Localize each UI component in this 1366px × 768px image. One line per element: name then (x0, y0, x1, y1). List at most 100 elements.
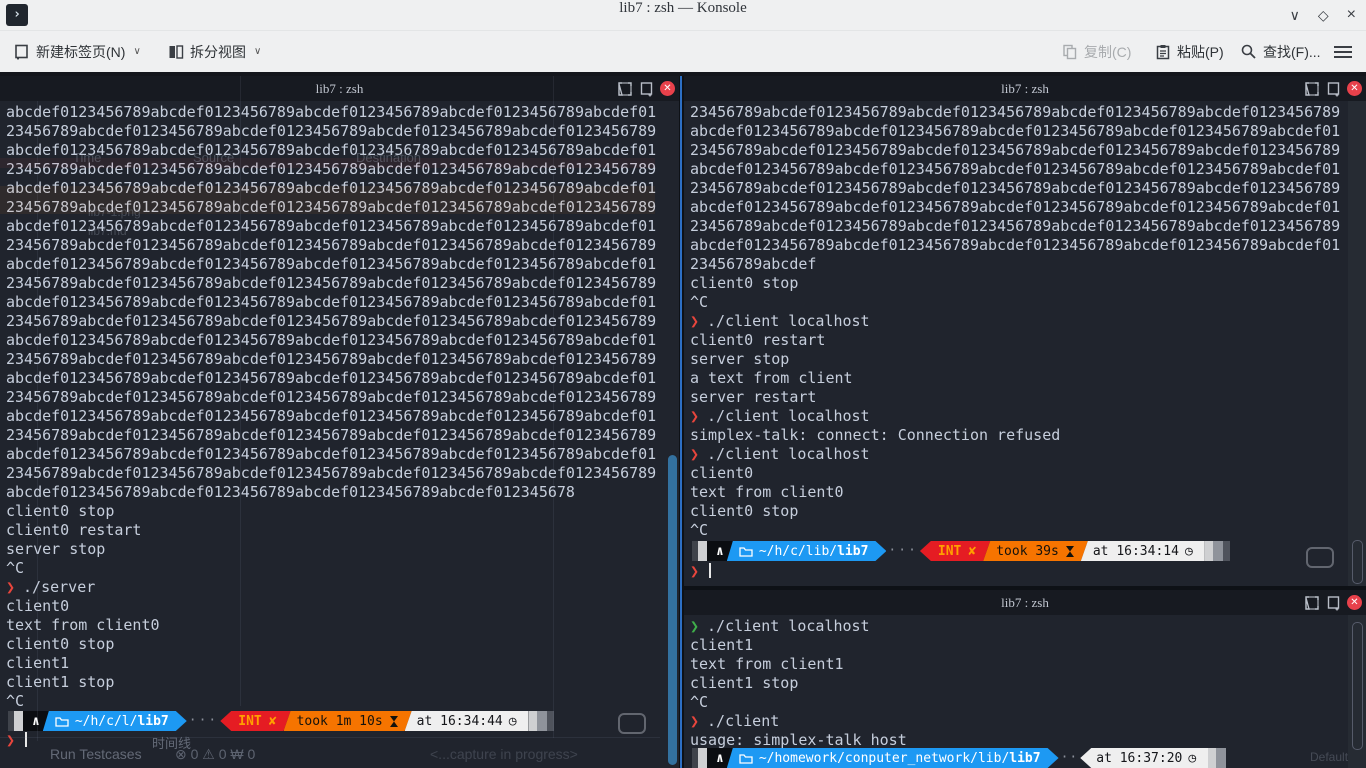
bleed-default-label: Default (1310, 750, 1348, 764)
minimize-button[interactable]: ∨ (1290, 7, 1300, 24)
pane-title: lib7 : zsh (684, 590, 1366, 615)
clock-icon: ◷ (1188, 751, 1196, 766)
cursor-line-top-right[interactable]: ❯ (690, 562, 711, 581)
find-button[interactable]: 查找(F)... (1240, 31, 1321, 72)
text-cursor (709, 563, 711, 578)
close-view-icon[interactable]: ✕ (1347, 595, 1362, 610)
terminal-line: text from client0 (690, 483, 1346, 502)
copy-button[interactable]: 复制(C) (1062, 31, 1131, 72)
copy-label: 复制(C) (1084, 42, 1131, 62)
split-view-label: 拆分视图 (190, 42, 246, 62)
prompt-chevron: ❯ (6, 578, 15, 596)
scrollbar-thumb-top-right[interactable] (1352, 540, 1363, 584)
paste-button[interactable]: 粘贴(P) (1155, 31, 1224, 72)
terminal-line: abcdef0123456789abcdef0123456789abcdef01… (6, 255, 670, 274)
segment-block (1223, 541, 1230, 561)
prompt-path-segment: ~/h/c/lib/lib7 (727, 541, 887, 561)
terminal-line: 23456789abcdef0123456789abcdef0123456789… (6, 464, 670, 483)
close-view-icon[interactable]: ✕ (660, 81, 675, 96)
terminal-bottom-right[interactable]: ❯./client localhostclient1text from clie… (690, 617, 1346, 750)
pane-splitter-vertical[interactable] (679, 76, 684, 768)
titlebar[interactable]: › lib7 : zsh — Konsole ∨ ◇ × (0, 0, 1366, 31)
prompt-decoration-box (618, 713, 646, 734)
scrollbar-thumb-left[interactable] (668, 455, 677, 765)
prompt-filler-dots: ··· (187, 711, 220, 731)
terminal-line: ❯./client (690, 712, 1346, 731)
pane-header-bottom-right[interactable]: lib7 : zsh ✕ (684, 590, 1366, 615)
detach-view-icon[interactable] (1326, 81, 1342, 97)
paste-icon (1155, 44, 1171, 60)
cursor-line-left[interactable]: ❯ (6, 731, 27, 750)
folder-icon (55, 716, 69, 727)
menu-button[interactable] (1334, 31, 1352, 72)
segment-block (1208, 748, 1216, 768)
terminal-line: client1 stop (6, 673, 670, 692)
segment-block (698, 541, 707, 561)
prompt-duration-segment: took 1m 10s (284, 711, 412, 731)
bleed-statusbar-edge (0, 737, 660, 738)
detach-view-icon[interactable] (639, 81, 655, 97)
pane-header-left[interactable]: lib7 : zsh ✕ (0, 76, 679, 101)
terminal-line: abcdef0123456789abcdef0123456789abcdef01… (690, 236, 1346, 255)
terminal-line: client0 restart (690, 331, 1346, 350)
terminal-line: client1 (690, 636, 1346, 655)
folder-icon (739, 546, 753, 557)
split-view-icon (168, 44, 184, 60)
terminal-line: 23456789abcdef0123456789abcdef0123456789… (6, 388, 670, 407)
terminal-line: ^C (690, 293, 1346, 312)
bleed-problem-counts: ⊗ 0 ⚠ 0 ₩ 0 (175, 746, 255, 763)
scrollbar-thumb-bottom-right[interactable] (1352, 622, 1363, 750)
error-cross-icon: ✘ (269, 714, 277, 729)
terminal-line: 23456789abcdef0123456789abcdef0123456789… (690, 141, 1346, 160)
terminal-line: client0 stop (690, 502, 1346, 521)
terminal-line: abcdef0123456789abcdef0123456789abcdef01… (6, 445, 670, 464)
prompt-duration-segment: took 39s (983, 541, 1088, 561)
close-button[interactable]: × (1347, 6, 1356, 24)
terminal-line: client1 stop (690, 674, 1346, 693)
pane-header-top-right[interactable]: lib7 : zsh ✕ (684, 76, 1366, 101)
terminal-line: a text from client (690, 369, 1346, 388)
clock-icon: ◷ (1185, 544, 1193, 559)
prompt-time-segment: at 16:34:44◷ (405, 711, 529, 731)
terminal-left[interactable]: abcdef0123456789abcdef0123456789abcdef01… (6, 103, 670, 711)
terminal-line: ❯./client localhost (690, 312, 1346, 331)
segment-block (14, 711, 23, 731)
terminal-line: abcdef0123456789abcdef0123456789abcdef01… (6, 217, 670, 236)
prompt-status-segment: INT✘ (220, 711, 290, 731)
expand-view-icon[interactable] (1304, 595, 1320, 611)
terminal-line: ^C (6, 692, 670, 711)
detach-view-icon[interactable] (1326, 595, 1342, 611)
maximize-button[interactable]: ◇ (1318, 7, 1329, 24)
bleed-run-testcases: Run Testcases (50, 746, 142, 762)
terminal-line: 23456789abcdef0123456789abcdef0123456789… (6, 122, 670, 141)
terminal-line: ^C (690, 521, 1346, 540)
terminal-line: abcdef0123456789abcdef0123456789abcdef01… (6, 179, 670, 198)
prompt-time-segment: at 16:34:14◷ (1081, 541, 1205, 561)
terminal-line: abcdef0123456789abcdef0123456789abcdef01… (690, 198, 1346, 217)
close-view-icon[interactable]: ✕ (1347, 81, 1362, 96)
segment-block (1216, 748, 1226, 768)
expand-view-icon[interactable] (617, 81, 633, 97)
terminal-line: 23456789abcdef0123456789abcdef0123456789… (6, 274, 670, 293)
terminal-line: simplex-talk: connect: Connection refuse… (690, 426, 1346, 445)
new-tab-button[interactable]: 新建标签页(N) ∨ (14, 31, 141, 72)
terminal-line: abcdef0123456789abcdef0123456789abcdef01… (690, 122, 1346, 141)
terminal-line: server stop (690, 350, 1346, 369)
terminal-line: server stop (6, 540, 670, 559)
prompt-chevron: ❯ (690, 445, 699, 463)
prompt-path-segment: ~/homework/conputer_network/lib/lib7 (727, 748, 1059, 768)
prompt-path-segment: ~/h/c/l/lib7 (43, 711, 187, 731)
pane-title: lib7 : zsh (0, 76, 679, 101)
new-tab-label: 新建标签页(N) (36, 42, 125, 62)
split-view-button[interactable]: 拆分视图 ∨ (168, 31, 261, 72)
terminal-line: ❯./client localhost (690, 407, 1346, 426)
prompt-chevron: ❯ (690, 407, 699, 425)
expand-view-icon[interactable] (1304, 81, 1320, 97)
prompt-filler-dots: ·· (1059, 748, 1081, 768)
paste-label: 粘贴(P) (1177, 42, 1224, 62)
terminal-top-right[interactable]: 23456789abcdef0123456789abcdef0123456789… (690, 103, 1346, 540)
terminal-line: client1 (6, 654, 670, 673)
terminal-line: client0 restart (6, 521, 670, 540)
konsole-window: › lib7 : zsh — Konsole ∨ ◇ × 新建标签页(N) ∨ … (0, 0, 1366, 768)
scrollbar-track[interactable] (1348, 101, 1366, 586)
